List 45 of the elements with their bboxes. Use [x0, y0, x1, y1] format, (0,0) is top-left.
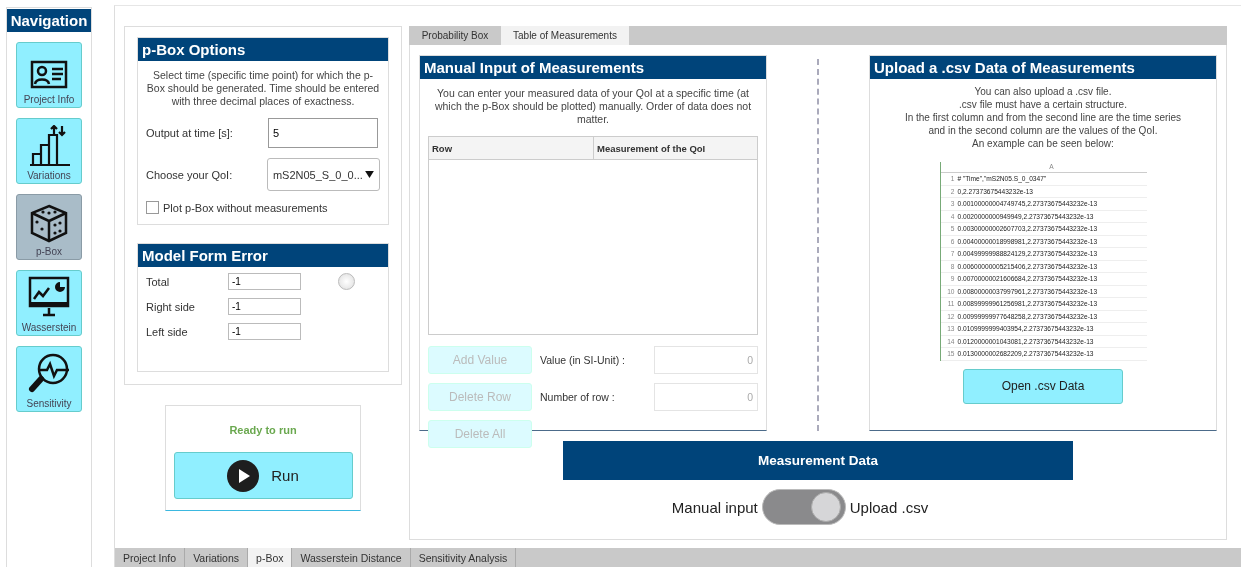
error-field[interactable]: -1	[228, 323, 301, 340]
description-line: .csv file must have a certain structure.	[959, 98, 1127, 111]
nav-button[interactable]: Wasserstein	[16, 270, 82, 336]
output-time-field[interactable]: 5	[268, 118, 378, 148]
output-time-label: Output at time [s]:	[146, 127, 234, 139]
description-line: You can also upload a .csv file.	[974, 85, 1112, 98]
error-label: Total	[146, 275, 171, 288]
description-line: In the first column and from the second line are the time series	[904, 111, 1182, 124]
qoi-dropdown[interactable]: mS2N05_S_0_0...	[266, 158, 380, 191]
description-text: Select time (specific time point) for which the p-Box should be generated. Time should be entered with three decimal places of exactness.	[146, 69, 380, 108]
toggle-label: Manual input	[671, 498, 758, 516]
radio-button[interactable]	[338, 273, 355, 290]
panel-title: Manual Input of Measurements	[420, 56, 766, 79]
status-text: Ready to run	[229, 424, 297, 436]
nav-button[interactable]: Sensitivity	[16, 346, 82, 412]
checkbox-label: Plot p-Box without measurements	[163, 201, 328, 214]
navigation-title: Navigation	[7, 9, 91, 32]
error-field[interactable]: -1	[228, 298, 301, 315]
column-header: Measurement of the QoI	[596, 142, 707, 156]
play-icon	[227, 459, 260, 492]
toggle-label: Upload .csv	[849, 498, 929, 516]
section-title: Measurement Data	[563, 441, 1073, 480]
error-field[interactable]: -1	[228, 273, 301, 290]
nav-button[interactable]: Project Info	[16, 42, 82, 108]
error-label: Right side	[146, 300, 196, 313]
panel-title: p-Box Options	[138, 38, 388, 61]
field-label: Number of row :	[539, 391, 616, 403]
checkbox[interactable]	[146, 201, 159, 214]
bottom-tab[interactable]: p-Box	[248, 548, 293, 567]
toggle-switch[interactable]	[761, 489, 846, 525]
panel-title: Model Form Error	[138, 244, 388, 267]
run-button[interactable]: Run	[173, 452, 353, 499]
panel-title: Upload a .csv Data of Measurements	[870, 56, 1216, 79]
description-text: You can enter your measured data of your QoI at a specific time (at which the p-Box should be plotted) manually. Order of data does not matter.	[433, 87, 753, 126]
error-label: Left side	[146, 325, 189, 338]
description-line: and in the second column are the values of the QoI.	[928, 124, 1158, 137]
caret-icon	[365, 171, 374, 178]
open-csv-button[interactable]: Open .csv Data	[963, 368, 1123, 404]
description-line: An example can be seen below:	[972, 137, 1114, 150]
nav-button[interactable]: p-Box	[16, 194, 82, 260]
field-label: Value (in SI-Unit) :	[539, 354, 626, 366]
nav-button[interactable]: Variations	[16, 118, 82, 184]
column-header: Row	[429, 137, 594, 159]
tab[interactable]: Table of Measurements	[501, 26, 629, 45]
qoi-label: Choose your QoI:	[146, 168, 234, 181]
